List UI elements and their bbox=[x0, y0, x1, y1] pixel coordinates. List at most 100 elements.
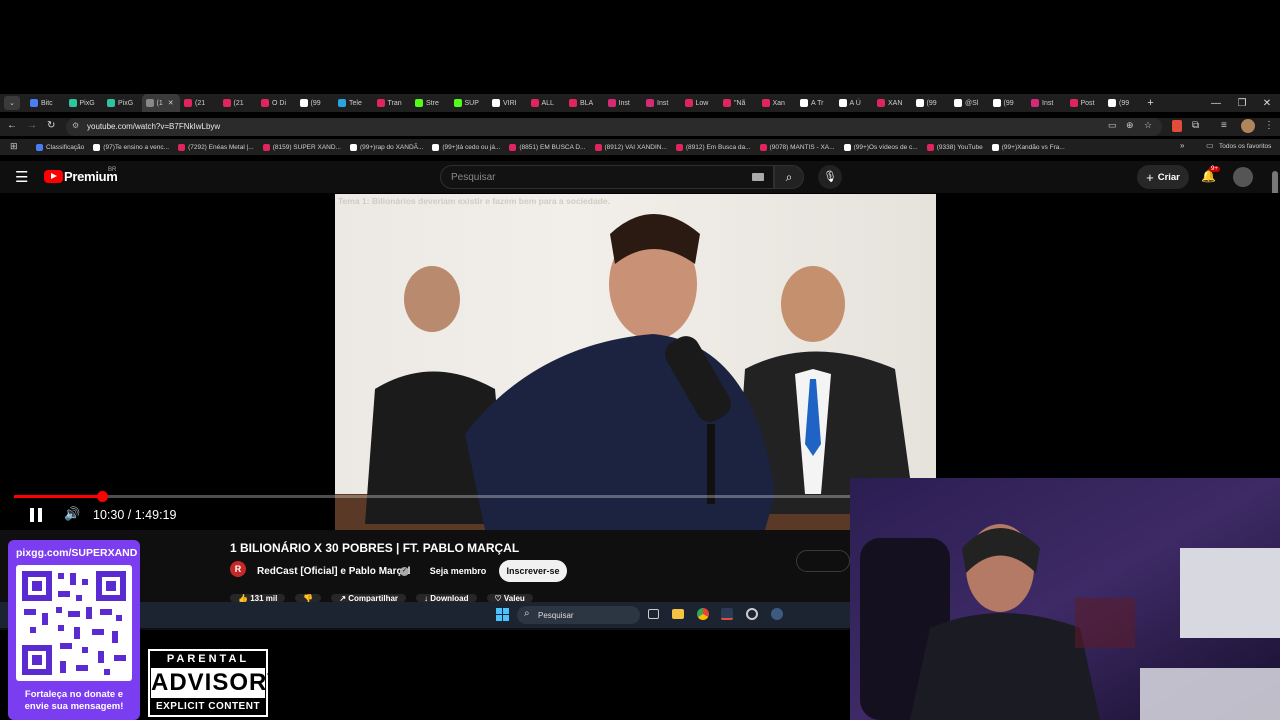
bookmark-item[interactable]: (9338) YouTube bbox=[926, 143, 983, 151]
close-window-button[interactable]: ✕ bbox=[1254, 94, 1280, 112]
browser-tab[interactable]: Low bbox=[681, 94, 720, 112]
youtube-logo[interactable] bbox=[44, 170, 63, 183]
bookmark-item[interactable]: (7292) Enéas Metal |... bbox=[178, 143, 254, 151]
voice-search-button[interactable]: 🎙 bbox=[818, 165, 842, 189]
browser-tab[interactable]: (21 bbox=[219, 94, 258, 112]
extension-icon[interactable] bbox=[1172, 120, 1182, 132]
create-button[interactable]: + Criar bbox=[1137, 165, 1189, 189]
app-icon[interactable] bbox=[746, 608, 758, 620]
browser-tab[interactable]: SUP bbox=[450, 94, 489, 112]
browser-menu-icon[interactable]: ⋮ bbox=[1264, 120, 1274, 131]
maximize-button[interactable]: ❐ bbox=[1229, 94, 1255, 112]
forward-icon[interactable]: → bbox=[27, 120, 37, 131]
tab-label: (99 bbox=[310, 99, 321, 107]
tab-label: Tran bbox=[387, 99, 402, 107]
bookmark-item[interactable]: (9078) MANTIS - XA... bbox=[759, 143, 835, 151]
bookmark-item[interactable]: (99+)Xandão vs Fra... bbox=[991, 143, 1065, 151]
browser-tab[interactable]: Xan bbox=[758, 94, 797, 112]
bookmark-item[interactable]: (99+)Os vídeos de c... bbox=[843, 143, 918, 151]
site-info-icon[interactable]: ⚙ bbox=[72, 121, 79, 130]
browser-tab[interactable]: O Di bbox=[257, 94, 296, 112]
steam-icon[interactable] bbox=[771, 608, 783, 620]
taskbar-search[interactable]: ⌕ Pesquisar bbox=[517, 606, 640, 624]
download-button[interactable]: ↓ Download bbox=[416, 594, 477, 602]
bookmark-item[interactable]: (8912) VAI XANDIN... bbox=[594, 143, 667, 151]
bookmark-item[interactable]: Classificação bbox=[36, 143, 84, 151]
hamburger-menu-icon[interactable]: ☰ bbox=[15, 168, 28, 186]
browser-tab[interactable]: (99 bbox=[296, 94, 335, 112]
tab-favicon-icon bbox=[723, 99, 731, 107]
browser-tab[interactable]: Inst bbox=[1027, 94, 1066, 112]
bookmark-item[interactable]: (99+)rap do XANDÃ... bbox=[349, 143, 423, 151]
thanks-button[interactable]: ♡ Valeu bbox=[486, 594, 533, 602]
browser-tab[interactable]: Bitc bbox=[26, 94, 65, 112]
progress-scrubber[interactable] bbox=[97, 491, 108, 502]
browser-tab[interactable]: VIRI bbox=[488, 94, 527, 112]
browser-tab[interactable]: BLA bbox=[565, 94, 604, 112]
profile-avatar[interactable] bbox=[1241, 119, 1255, 133]
reload-icon[interactable]: ↻ bbox=[47, 120, 55, 131]
browser-tab[interactable]: Inst bbox=[604, 94, 643, 112]
obs-app-icon[interactable] bbox=[721, 608, 733, 620]
like-count: 131 mil bbox=[250, 594, 278, 602]
browser-tab[interactable]: XAN bbox=[873, 94, 912, 112]
progress-bar[interactable] bbox=[14, 495, 936, 498]
search-input[interactable]: Pesquisar bbox=[440, 165, 774, 189]
back-icon[interactable]: ← bbox=[7, 120, 17, 131]
browser-tab[interactable]: "Nã bbox=[719, 94, 758, 112]
file-explorer-icon[interactable] bbox=[672, 609, 684, 619]
browser-tab[interactable]: (99 bbox=[989, 94, 1028, 112]
browser-tab[interactable]: (21 bbox=[180, 94, 219, 112]
bookmark-star-icon[interactable]: ☆ bbox=[1144, 120, 1152, 131]
more-bookmarks-icon[interactable]: » bbox=[1180, 141, 1184, 150]
account-avatar[interactable] bbox=[1233, 167, 1253, 187]
channel-avatar[interactable]: R bbox=[230, 561, 246, 577]
bookmark-item[interactable]: (8159) SUPER XAND... bbox=[262, 143, 341, 151]
sidebar-icon[interactable]: ≡ bbox=[1221, 120, 1227, 131]
browser-tab[interactable]: (99 bbox=[912, 94, 951, 112]
share-button[interactable]: ↗ Compartilhar bbox=[331, 594, 407, 602]
video-frame[interactable]: Tema 1: Bilionários deveriam existir e f… bbox=[335, 194, 936, 530]
browser-tab[interactable]: PixG bbox=[103, 94, 142, 112]
pause-button[interactable] bbox=[28, 507, 44, 523]
browser-tab[interactable]: A Ú bbox=[835, 94, 874, 112]
like-button[interactable]: 👍 131 mil bbox=[230, 594, 286, 602]
browser-tab[interactable]: ALL bbox=[527, 94, 566, 112]
browser-tab[interactable]: @Sl bbox=[950, 94, 989, 112]
tab-search-button[interactable]: ⌄ bbox=[4, 96, 20, 110]
browser-tab[interactable]: PixG bbox=[65, 94, 104, 112]
dislike-button[interactable]: 👎 bbox=[295, 594, 322, 602]
browser-tab[interactable]: Inst bbox=[642, 94, 681, 112]
browser-tab[interactable]: Stre bbox=[411, 94, 450, 112]
windows-start-icon[interactable] bbox=[496, 608, 509, 621]
new-tab-button[interactable]: + bbox=[1143, 97, 1159, 109]
bookmark-item[interactable]: (8912) Em Busca da... bbox=[675, 143, 751, 151]
all-bookmarks-link[interactable]: Todos os favoritos bbox=[1219, 143, 1271, 150]
cast-icon[interactable]: ▭ bbox=[1108, 120, 1117, 131]
bookmark-item[interactable]: (97)Te ensino a venc... bbox=[93, 143, 169, 151]
qr-code[interactable] bbox=[16, 565, 132, 681]
browser-tab[interactable]: Tele bbox=[334, 94, 373, 112]
minimize-button[interactable]: — bbox=[1203, 94, 1229, 112]
join-button[interactable]: Seja membro bbox=[423, 560, 493, 582]
bookmark-item[interactable]: (99+)tá cedo ou já... bbox=[432, 143, 500, 151]
task-view-icon[interactable] bbox=[648, 609, 659, 619]
volume-icon[interactable]: 🔊 bbox=[64, 506, 80, 522]
browser-tab[interactable]: (1 ✕ bbox=[141, 94, 180, 112]
chrome-icon[interactable] bbox=[697, 608, 709, 620]
address-bar[interactable]: ⚙ youtube.com/watch?v=B7FNkIwLbyw ▭ ⊕ ☆ bbox=[66, 118, 1162, 136]
keyboard-icon[interactable] bbox=[752, 173, 764, 181]
tab-close-icon[interactable]: ✕ bbox=[168, 99, 174, 107]
chip-button[interactable] bbox=[796, 550, 850, 572]
subscribe-button[interactable]: Inscrever-se bbox=[499, 560, 567, 582]
zoom-icon[interactable]: ⊕ bbox=[1126, 120, 1134, 131]
browser-tab[interactable]: (99 bbox=[1104, 94, 1143, 112]
channel-name[interactable]: RedCast [Oficial] e Pablo Marçal bbox=[257, 566, 410, 577]
search-button[interactable]: ⌕ bbox=[774, 165, 804, 189]
browser-tab[interactable]: A Tr bbox=[796, 94, 835, 112]
bookmark-item[interactable]: (8851) EM BUSCA D... bbox=[509, 143, 586, 151]
browser-tab[interactable]: Post bbox=[1066, 94, 1105, 112]
browser-tab[interactable]: Tran bbox=[373, 94, 412, 112]
apps-grid-icon[interactable]: ⊞ bbox=[10, 141, 18, 152]
extensions-puzzle-icon[interactable]: ⧉ bbox=[1192, 120, 1199, 131]
